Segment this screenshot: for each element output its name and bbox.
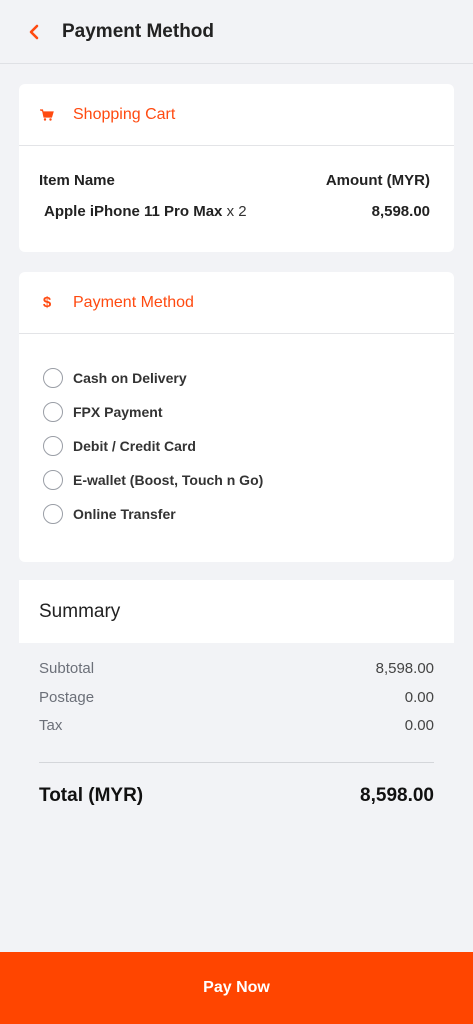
column-item-name: Item Name: [39, 172, 115, 189]
cart-item-name: Apple iPhone 11 Pro Max: [44, 203, 223, 220]
option-e-wallet[interactable]: E-wallet (Boost, Touch n Go): [43, 463, 454, 497]
option-online-transfer[interactable]: Online Transfer: [43, 497, 454, 531]
radio-button[interactable]: [43, 402, 63, 422]
option-label: FPX Payment: [73, 404, 163, 420]
total-label: Total (MYR): [39, 784, 144, 806]
option-label: Debit / Credit Card: [73, 438, 196, 454]
shopping-cart-title: Shopping Cart: [73, 105, 176, 123]
option-fpx-payment[interactable]: FPX Payment: [43, 395, 454, 429]
page-title: Payment Method: [62, 20, 215, 42]
tax-label: Tax: [39, 717, 63, 734]
column-amount: Amount (MYR): [325, 172, 430, 189]
back-button[interactable]: [22, 20, 46, 44]
radio-button[interactable]: [43, 504, 63, 524]
cart-icon: [39, 107, 55, 123]
option-label: Online Transfer: [73, 506, 176, 522]
cart-column-headers: Item Name Amount (MYR): [19, 146, 454, 189]
cart-item-row: Apple iPhone 11 Pro Max x 2 8,598.00: [19, 189, 454, 220]
option-label: E-wallet (Boost, Touch n Go): [73, 472, 264, 488]
shopping-cart-header: Shopping Cart: [19, 84, 454, 146]
option-cash-on-delivery[interactable]: Cash on Delivery: [43, 361, 454, 395]
tax-row: Tax 0.00: [39, 717, 434, 746]
option-label: Cash on Delivery: [73, 370, 187, 386]
chevron-left-icon: [29, 24, 39, 39]
tax-value: 0.00: [404, 717, 434, 734]
payment-method-title: Payment Method: [73, 293, 194, 311]
radio-button[interactable]: [43, 368, 63, 388]
option-debit-credit-card[interactable]: Debit / Credit Card: [43, 429, 454, 463]
payment-method-header: $ Payment Method: [19, 272, 454, 334]
dollar-icon: $: [42, 294, 52, 311]
app-header: Payment Method: [0, 0, 473, 64]
postage-label: Postage: [39, 688, 95, 706]
radio-button[interactable]: [43, 436, 63, 456]
radio-button[interactable]: [43, 470, 63, 490]
cart-item-qty: x 2: [226, 203, 247, 220]
total-value: 8,598.00: [360, 784, 434, 806]
payment-options: Cash on Delivery FPX Payment Debit / Cre…: [19, 334, 454, 531]
payment-method-card: $ Payment Method Cash on Delivery FPX Pa…: [19, 272, 454, 562]
cart-item-amount: 8,598.00: [371, 203, 430, 220]
summary-title: Summary: [19, 580, 454, 643]
summary-divider: [39, 761, 434, 763]
total-row: Total (MYR) 8,598.00: [39, 785, 434, 807]
postage-value: 0.00: [404, 688, 434, 706]
subtotal-label: Subtotal: [39, 660, 95, 677]
subtotal-row: Subtotal 8,598.00: [39, 660, 434, 689]
subtotal-value: 8,598.00: [375, 660, 434, 677]
summary-section: Subtotal 8,598.00 Postage 0.00 Tax 0.00 …: [39, 660, 434, 807]
shopping-cart-card: Shopping Cart Item Name Amount (MYR) App…: [19, 84, 454, 252]
postage-row: Postage 0.00: [39, 689, 434, 718]
pay-now-button[interactable]: Pay Now: [0, 952, 473, 1024]
